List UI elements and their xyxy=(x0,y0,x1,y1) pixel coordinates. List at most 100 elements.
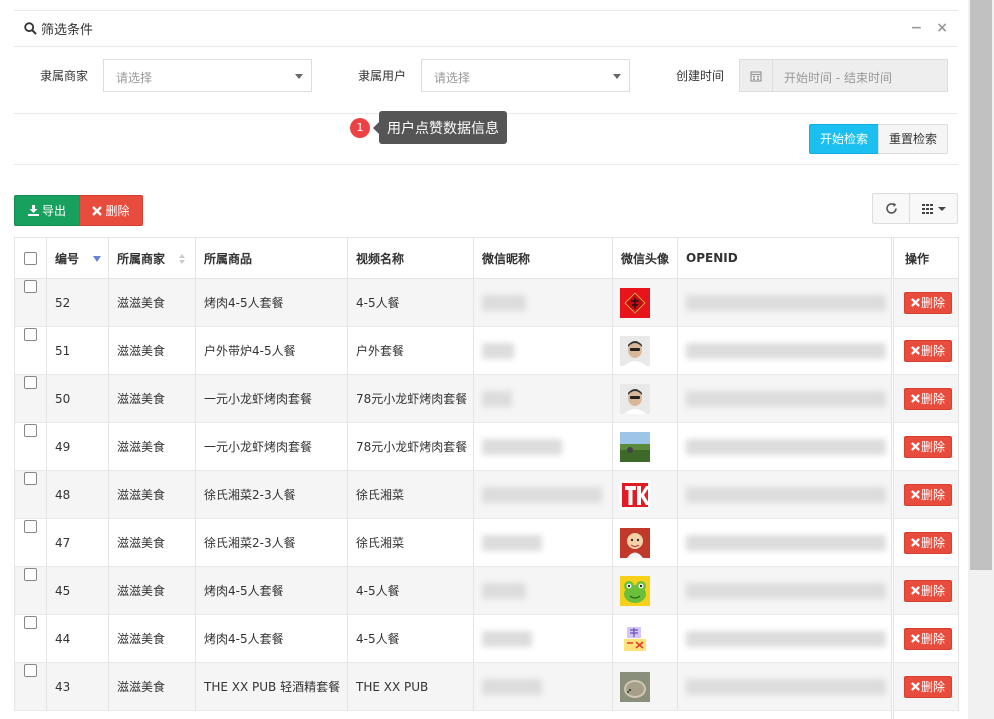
row-nickname-cell xyxy=(473,374,613,423)
row-checkbox[interactable] xyxy=(24,280,37,293)
openid-redacted xyxy=(686,294,886,311)
close-icon xyxy=(911,634,920,643)
row-openid-cell xyxy=(677,662,894,711)
row-actions-cell: 删除 xyxy=(893,422,959,471)
table-row[interactable]: 50 滋滋美食 一元小龙虾烤肉套餐 78元小龙虾烤肉套餐 删除 xyxy=(14,374,959,423)
row-avatar-cell xyxy=(612,566,678,615)
column-header-product: 所属商品 xyxy=(195,237,348,279)
row-id: 50 xyxy=(46,374,109,423)
row-merchant: 滋滋美食 xyxy=(108,374,196,423)
filter-panel-header: 筛选条件 xyxy=(14,11,958,47)
row-delete-button[interactable]: 删除 xyxy=(904,339,952,362)
close-icon xyxy=(911,394,920,403)
row-checkbox[interactable] xyxy=(24,376,37,389)
chevron-down-icon xyxy=(937,206,946,211)
row-avatar-cell xyxy=(612,422,678,471)
row-checkbox[interactable] xyxy=(24,664,37,677)
row-delete-label: 删除 xyxy=(920,488,945,502)
row-id: 47 xyxy=(46,518,109,567)
row-checkbox[interactable] xyxy=(24,424,37,437)
column-header-merchant[interactable]: 所属商家 xyxy=(108,237,196,279)
table-row[interactable]: 48 滋滋美食 徐氏湘菜2-3人餐 徐氏湘菜 删除 xyxy=(14,470,959,519)
reset-search-button[interactable]: 重置检索 xyxy=(878,124,948,154)
row-merchant: 滋滋美食 xyxy=(108,278,196,327)
likes-table: 编号 所属商家 所属商品 视频名称 微信昵称 微信头像 OPENID 操作 52… xyxy=(14,237,959,711)
row-delete-button[interactable]: 删除 xyxy=(904,675,952,698)
table-row[interactable]: 52 滋滋美食 烤肉4-5人套餐 4-5人餐 删除 xyxy=(14,278,959,327)
column-header-id[interactable]: 编号 xyxy=(46,237,109,279)
column-header-actions: 操作 xyxy=(893,237,959,279)
minimize-icon[interactable]: − xyxy=(911,21,923,35)
row-delete-button[interactable]: 删除 xyxy=(904,291,952,314)
chevron-down-icon xyxy=(613,74,621,79)
row-delete-button[interactable]: 删除 xyxy=(904,531,952,554)
refresh-button[interactable] xyxy=(872,193,910,224)
row-video: 徐氏湘菜 xyxy=(347,518,474,567)
row-checkbox[interactable] xyxy=(24,328,37,341)
user-select[interactable]: 请选择 xyxy=(421,59,630,92)
row-checkbox[interactable] xyxy=(24,568,37,581)
tour-tooltip: 用户点赞数据信息 xyxy=(373,111,507,144)
table-row[interactable]: 51 滋滋美食 户外带炉4-5人餐 户外套餐 删除 xyxy=(14,326,959,375)
close-icon xyxy=(911,586,920,595)
column-header-avatar: 微信头像 xyxy=(612,237,678,279)
row-video: 4-5人餐 xyxy=(347,566,474,615)
grid-icon xyxy=(921,203,934,214)
row-delete-button[interactable]: 删除 xyxy=(904,579,952,602)
table-row[interactable]: 43 滋滋美食 THE XX PUB 轻酒精套餐 THE XX PUB 删除 xyxy=(14,662,959,711)
row-product: 一元小龙虾烤肉套餐 xyxy=(195,422,348,471)
row-delete-button[interactable]: 删除 xyxy=(904,483,952,506)
row-openid-cell xyxy=(677,326,894,375)
nickname-redacted xyxy=(482,678,542,695)
fixed-column-separator xyxy=(891,237,894,719)
filter-panel-title: 筛选条件 xyxy=(41,23,94,38)
page-scrollbar-thumb[interactable] xyxy=(970,0,992,570)
row-delete-label: 删除 xyxy=(920,680,945,694)
select-all-checkbox[interactable] xyxy=(24,252,37,265)
row-checkbox[interactable] xyxy=(24,472,37,485)
row-delete-label: 删除 xyxy=(920,584,945,598)
chevron-down-icon xyxy=(295,74,303,79)
row-delete-button[interactable]: 删除 xyxy=(904,435,952,458)
row-delete-label: 删除 xyxy=(920,296,945,310)
batch-delete-button[interactable]: 删除 xyxy=(79,195,143,226)
row-delete-label: 删除 xyxy=(920,392,945,406)
row-id: 51 xyxy=(46,326,109,375)
row-checkbox[interactable] xyxy=(24,520,37,533)
row-delete-label: 删除 xyxy=(920,536,945,550)
openid-redacted xyxy=(686,630,886,647)
merchant-select[interactable]: 请选择 xyxy=(103,59,312,92)
row-product: 烤肉4-5人套餐 xyxy=(195,614,348,663)
filter-fields: 隶属商家 请选择 隶属用户 请选择 创建时间 开始时间 - 结束时间 xyxy=(14,59,958,92)
start-search-button[interactable]: 开始检索 xyxy=(809,124,879,154)
column-header-nickname: 微信昵称 xyxy=(473,237,613,279)
close-icon xyxy=(911,490,920,499)
table-header-row: 编号 所属商家 所属商品 视频名称 微信昵称 微信头像 OPENID 操作 xyxy=(14,237,959,279)
row-delete-button[interactable]: 删除 xyxy=(904,387,952,410)
row-avatar-cell xyxy=(612,614,678,663)
avatar xyxy=(620,623,650,654)
table-row[interactable]: 45 滋滋美食 烤肉4-5人套餐 4-5人餐 删除 xyxy=(14,566,959,615)
row-nickname-cell xyxy=(473,470,613,519)
openid-redacted xyxy=(686,678,886,695)
user-select-placeholder: 请选择 xyxy=(434,71,471,85)
avatar xyxy=(620,383,650,414)
export-button[interactable]: 导出 xyxy=(14,195,80,226)
select-all-cell xyxy=(14,237,47,279)
nickname-redacted xyxy=(482,534,542,551)
table-row[interactable]: 44 滋滋美食 烤肉4-5人套餐 4-5人餐 删除 xyxy=(14,614,959,663)
table-row[interactable]: 49 滋滋美食 一元小龙虾烤肉套餐 78元小龙虾烤肉套餐 删除 xyxy=(14,422,959,471)
row-avatar-cell xyxy=(612,518,678,567)
column-header-id-label: 编号 xyxy=(55,251,80,266)
close-icon xyxy=(911,442,920,451)
table-row[interactable]: 47 滋滋美食 徐氏湘菜2-3人餐 徐氏湘菜 删除 xyxy=(14,518,959,567)
row-merchant: 滋滋美食 xyxy=(108,614,196,663)
columns-toggle-button[interactable] xyxy=(909,193,958,224)
close-icon[interactable]: × xyxy=(936,21,948,35)
row-delete-button[interactable]: 删除 xyxy=(904,627,952,650)
app-frame: 筛选条件 − × 隶属商家 请选择 隶属用户 请选择 创建时间 开始时间 - 结… xyxy=(0,0,994,719)
date-range-input[interactable]: 开始时间 - 结束时间 xyxy=(739,59,948,92)
row-nickname-cell xyxy=(473,518,613,567)
row-checkbox[interactable] xyxy=(24,616,37,629)
row-product: 烤肉4-5人套餐 xyxy=(195,566,348,615)
